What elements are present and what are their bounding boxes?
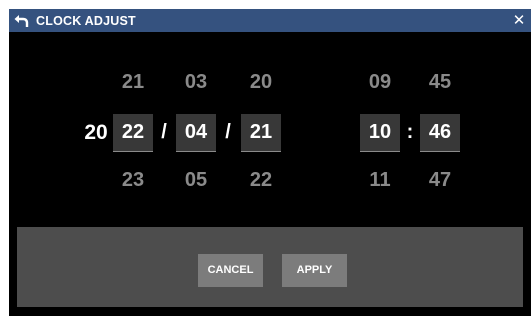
close-button[interactable]: ✕	[509, 9, 529, 32]
month-prev[interactable]: 03	[176, 68, 216, 96]
hour-prev[interactable]: 09	[360, 68, 400, 96]
year-prev[interactable]: 21	[113, 68, 153, 96]
day-next[interactable]: 22	[241, 166, 281, 194]
minute-field[interactable]: 46	[420, 114, 460, 152]
month-field[interactable]: 04	[176, 114, 216, 152]
hour-next[interactable]: 11	[360, 166, 400, 194]
window-title: CLOCK ADJUST	[36, 14, 136, 28]
clock-adjust-screen: CLOCK ADJUST ✕ 21 03 20 09 45 20 22 / 04…	[9, 9, 531, 316]
time-separator: :	[406, 121, 414, 143]
year-next[interactable]: 23	[113, 166, 153, 194]
back-arrow-icon	[14, 14, 29, 27]
button-panel: CANCEL APPLY	[17, 227, 523, 307]
back-button[interactable]	[9, 9, 33, 32]
cancel-button[interactable]: CANCEL	[198, 254, 263, 287]
hour-field[interactable]: 10	[360, 114, 400, 152]
apply-button[interactable]: APPLY	[282, 254, 347, 287]
minute-next[interactable]: 47	[420, 166, 460, 194]
day-prev[interactable]: 20	[241, 68, 281, 96]
day-field[interactable]: 21	[241, 114, 281, 152]
minute-prev[interactable]: 45	[420, 68, 460, 96]
title-bar: CLOCK ADJUST ✕	[9, 9, 531, 32]
month-next[interactable]: 05	[176, 166, 216, 194]
date-separator-2: /	[225, 121, 231, 143]
year-century: 20	[84, 121, 108, 144]
year-field[interactable]: 22	[113, 114, 153, 152]
date-separator-1: /	[161, 121, 167, 143]
